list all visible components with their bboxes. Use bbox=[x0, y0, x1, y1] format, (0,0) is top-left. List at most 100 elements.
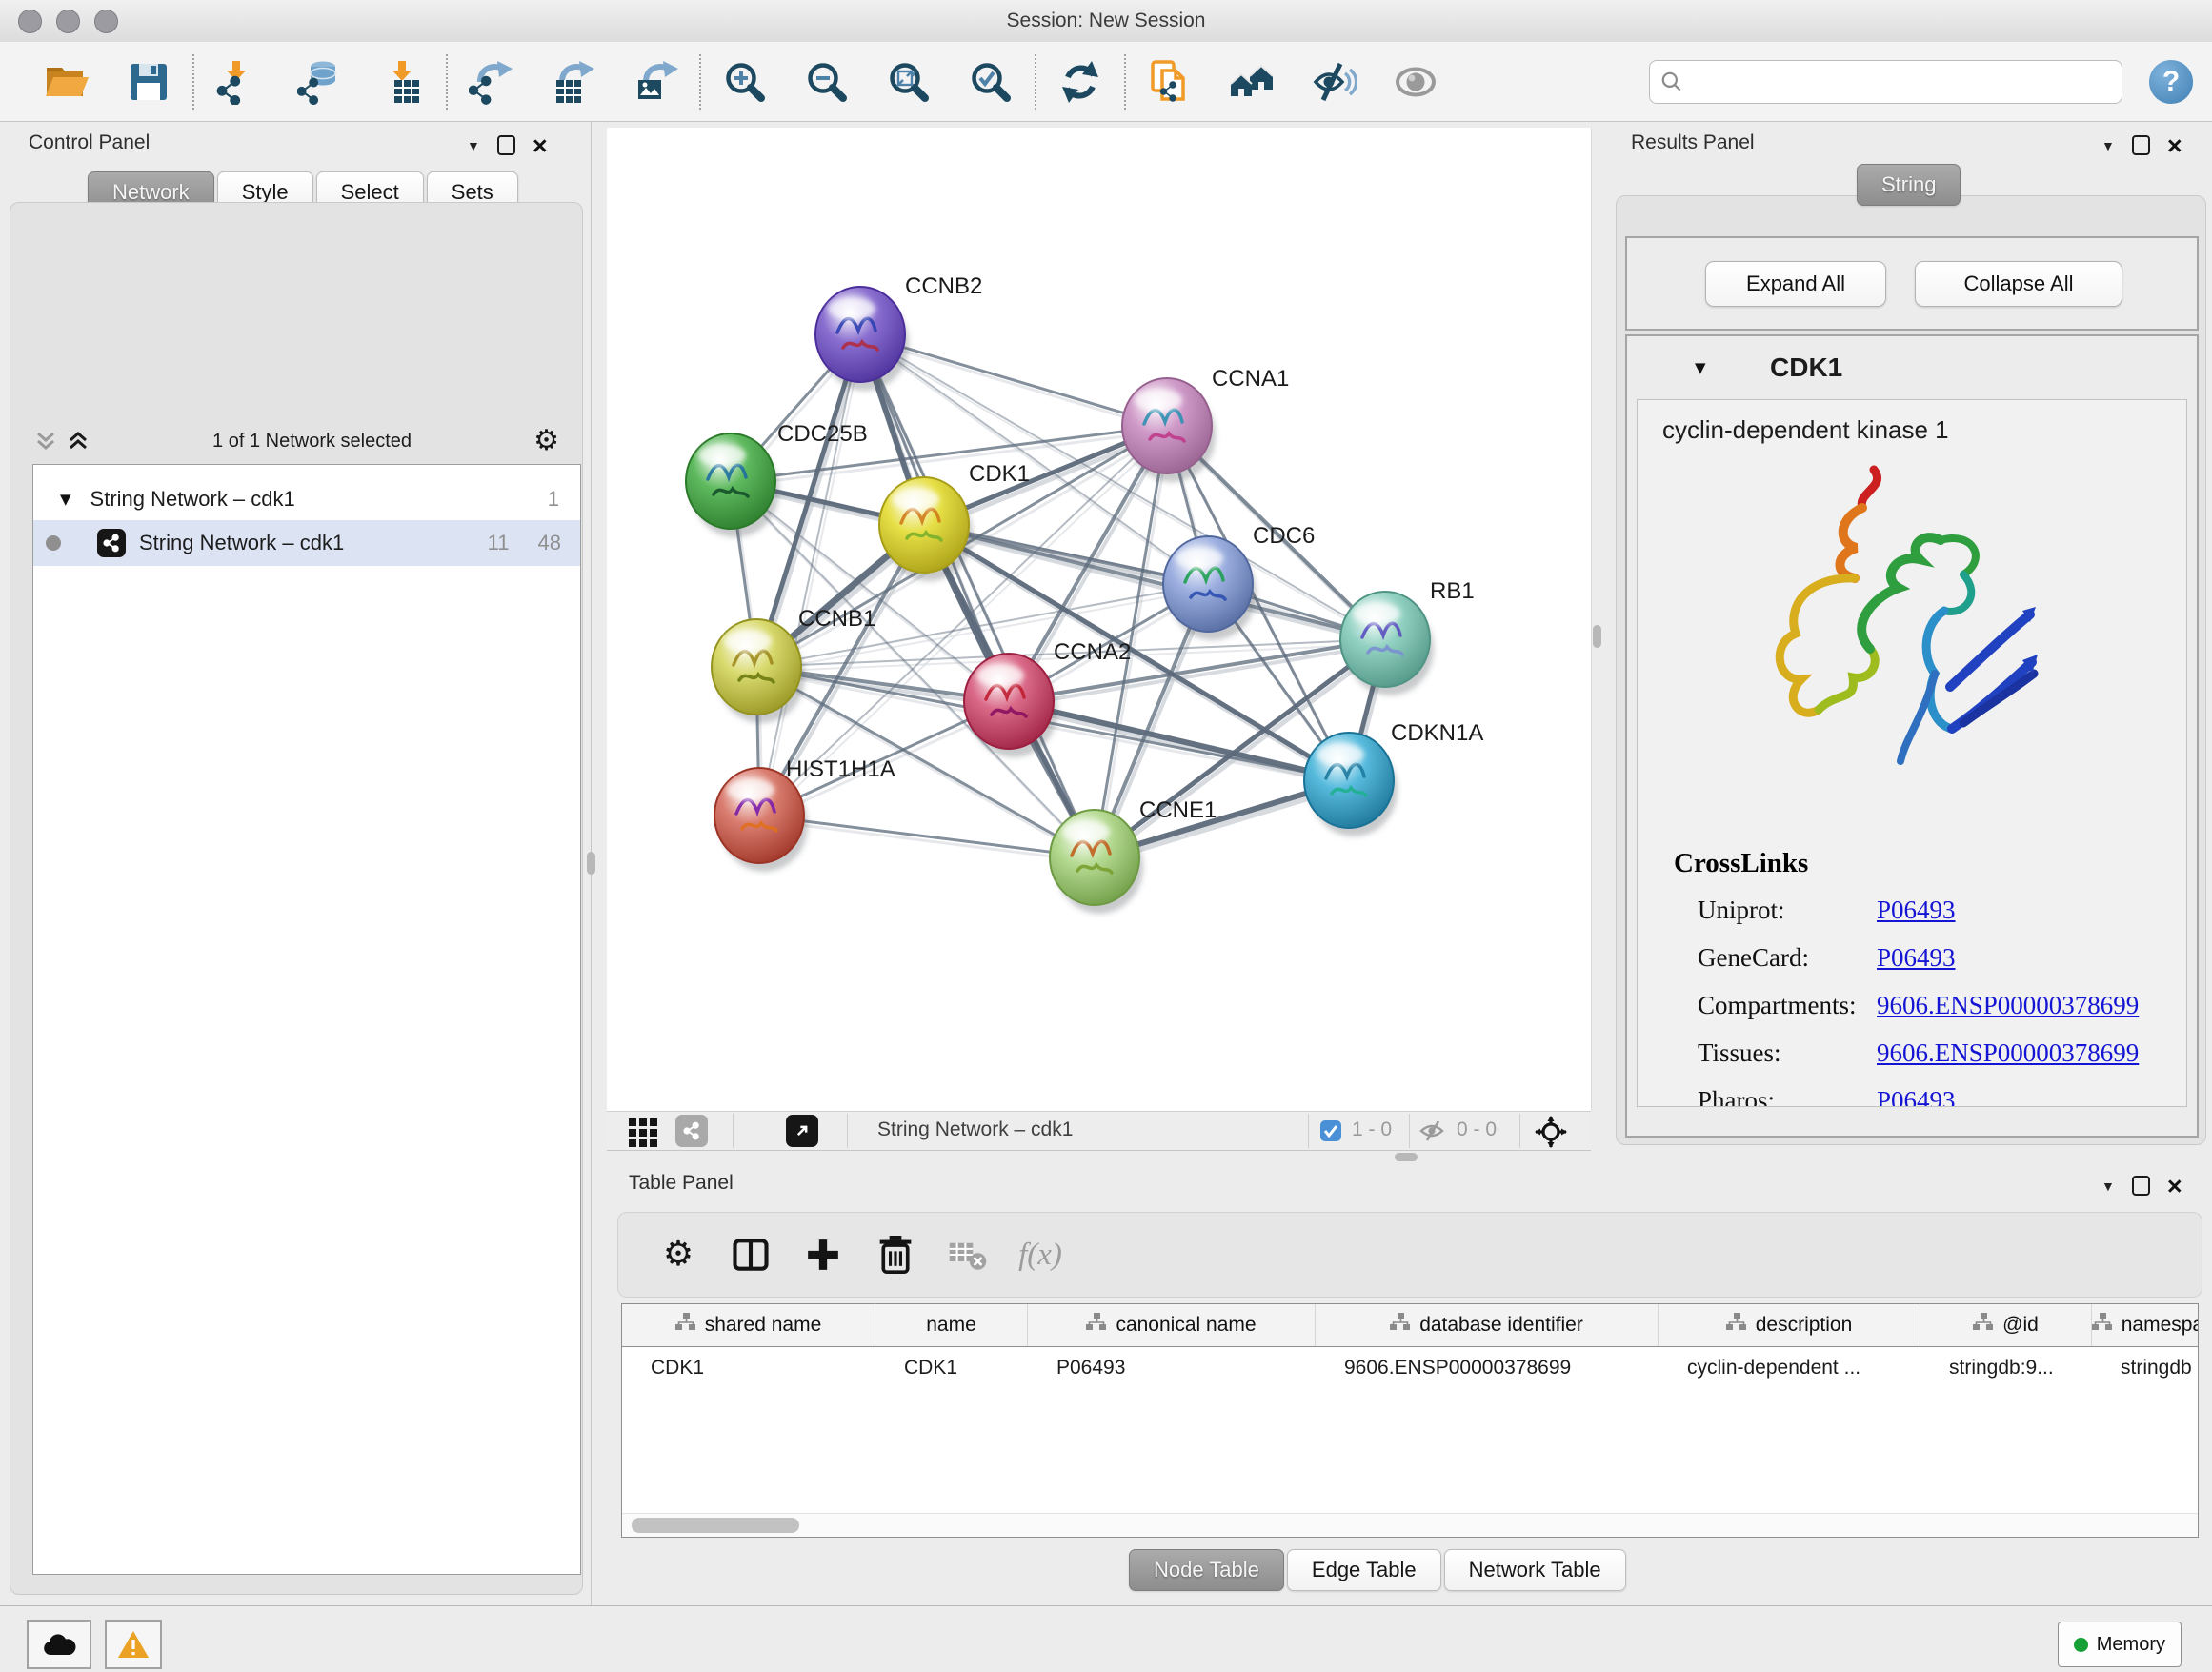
import-database-icon[interactable] bbox=[297, 59, 343, 105]
network-node-CDC6[interactable] bbox=[1163, 536, 1257, 640]
table-add-icon[interactable] bbox=[801, 1233, 845, 1277]
cdk1-expander-icon[interactable]: ▼ bbox=[1695, 359, 1706, 376]
toolbar-group bbox=[469, 59, 678, 105]
warning-button[interactable] bbox=[105, 1620, 162, 1669]
network-row-label: String Network – cdk1 bbox=[139, 531, 344, 555]
collection-expander-icon[interactable]: ▼ bbox=[60, 491, 71, 508]
export-table-icon[interactable] bbox=[551, 59, 596, 105]
memory-button[interactable]: Memory bbox=[2058, 1622, 2182, 1667]
crosslink-link[interactable]: P06493 bbox=[1877, 943, 1956, 973]
collapse-all-networks-icon[interactable] bbox=[33, 429, 58, 453]
column-header-name[interactable]: name bbox=[875, 1304, 1028, 1346]
cdk1-entry-body: cyclin-dependent kinase 1 bbox=[1637, 399, 2187, 1107]
zoom-out-icon[interactable] bbox=[804, 59, 850, 105]
table-panel-collapse-icon[interactable]: ▼ bbox=[2101, 1178, 2115, 1194]
table-cell[interactable]: CDK1 bbox=[875, 1347, 1028, 1389]
control-panel-collapse-icon[interactable]: ▼ bbox=[467, 138, 480, 153]
search-box[interactable] bbox=[1649, 60, 2122, 104]
table-cell[interactable]: CDK1 bbox=[622, 1347, 875, 1389]
table-panel-close-icon[interactable]: × bbox=[2167, 1177, 2182, 1196]
show-all-icon[interactable] bbox=[1393, 59, 1438, 105]
control-panel-close-icon[interactable]: × bbox=[533, 136, 548, 155]
export-network-icon[interactable] bbox=[469, 59, 514, 105]
expand-all-networks-icon[interactable] bbox=[66, 429, 90, 453]
network-node-CCNE1[interactable] bbox=[1050, 810, 1143, 914]
network-options-gear-icon[interactable]: ⚙ bbox=[533, 427, 559, 455]
right-splitter-handle[interactable] bbox=[1593, 625, 1601, 648]
network-view-canvas[interactable]: CCNB2CCNA1CDC25BCDK1CDC6RB1CCNB1CCNA2CDK… bbox=[607, 128, 1592, 1111]
network-node-CCNB2[interactable] bbox=[815, 287, 909, 391]
table-delete-icon[interactable] bbox=[874, 1233, 917, 1277]
results-buttons-box: Expand All Collapse All bbox=[1625, 236, 2199, 331]
network-collection-row[interactable]: ▼ String Network – cdk1 1 bbox=[33, 476, 580, 522]
help-button[interactable]: ? bbox=[2149, 60, 2193, 104]
export-image-icon[interactable] bbox=[633, 59, 678, 105]
expand-all-button[interactable]: Expand All bbox=[1705, 261, 1886, 307]
control-panel-float-icon[interactable] bbox=[497, 135, 515, 155]
search-input[interactable] bbox=[1684, 62, 2122, 102]
network-node-CDK1[interactable] bbox=[879, 477, 973, 581]
network-row[interactable]: String Network – cdk1 11 48 bbox=[33, 520, 580, 566]
import-network-icon[interactable] bbox=[215, 59, 261, 105]
crosslink-link[interactable]: 9606.ENSP00000378699 bbox=[1877, 1038, 2139, 1068]
network-node-RB1[interactable] bbox=[1340, 592, 1434, 695]
results-panel-collapse-icon[interactable]: ▼ bbox=[2101, 138, 2115, 153]
column-header-namespace[interactable]: namespace bbox=[2092, 1304, 2199, 1346]
zoom-in-icon[interactable] bbox=[722, 59, 768, 105]
crosslink-link[interactable]: P06493 bbox=[1877, 896, 1956, 925]
table-row[interactable]: CDK1CDK1P064939606.ENSP00000378699cyclin… bbox=[622, 1347, 2198, 1389]
network-node-CDKN1A[interactable] bbox=[1304, 733, 1398, 836]
tab-node-table[interactable]: Node Table bbox=[1129, 1549, 1284, 1591]
scrollbar-thumb[interactable] bbox=[632, 1518, 799, 1533]
results-panel-float-icon[interactable] bbox=[2132, 135, 2150, 155]
tab-network-table[interactable]: Network Table bbox=[1444, 1549, 1626, 1591]
column-header-@id[interactable]: @id bbox=[1920, 1304, 2092, 1346]
tab-string-results[interactable]: String bbox=[1857, 164, 1961, 206]
table-panel-float-icon[interactable] bbox=[2132, 1176, 2150, 1196]
open-session-icon[interactable] bbox=[44, 59, 90, 105]
collapse-all-button[interactable]: Collapse All bbox=[1915, 261, 2122, 307]
zoom-selected-icon[interactable] bbox=[968, 59, 1014, 105]
import-table-icon[interactable] bbox=[379, 59, 425, 105]
network-node-CCNA1[interactable] bbox=[1122, 378, 1216, 482]
results-panel-close-icon[interactable]: × bbox=[2167, 136, 2182, 155]
table-cell[interactable]: stringdb bbox=[2092, 1347, 2199, 1389]
hidden-eye-icon[interactable] bbox=[1418, 1119, 1445, 1147]
node-table[interactable]: shared namenamecanonical namedatabase id… bbox=[621, 1303, 2199, 1538]
table-columns-icon[interactable] bbox=[729, 1233, 773, 1277]
grid-view-icon[interactable] bbox=[627, 1115, 659, 1152]
node-label-CCNA1: CCNA1 bbox=[1212, 366, 1289, 392]
birdseye-view-icon[interactable] bbox=[675, 1115, 708, 1147]
fit-content-crosshair-icon[interactable] bbox=[1535, 1116, 1567, 1153]
cloud-button[interactable] bbox=[27, 1620, 91, 1669]
crosslink-link[interactable]: P06493 bbox=[1877, 1086, 1956, 1108]
clone-documents-icon[interactable] bbox=[1147, 59, 1193, 105]
left-splitter-handle[interactable] bbox=[587, 852, 595, 875]
tab-edge-table[interactable]: Edge Table bbox=[1287, 1549, 1441, 1591]
zoom-fit-icon[interactable] bbox=[886, 59, 932, 105]
table-cell[interactable]: cyclin-dependent ... bbox=[1659, 1347, 1920, 1389]
crosslink-row: Compartments:9606.ENSP00000378699 bbox=[1698, 981, 2174, 1029]
refresh-layout-icon[interactable] bbox=[1057, 59, 1103, 105]
horizontal-splitter-handle[interactable] bbox=[1395, 1153, 1418, 1161]
node-label-CCNE1: CCNE1 bbox=[1139, 797, 1217, 823]
crosslink-label: Uniprot: bbox=[1698, 896, 1877, 925]
string-homes-icon[interactable] bbox=[1229, 59, 1275, 105]
column-header-shared-name[interactable]: shared name bbox=[622, 1304, 875, 1346]
save-session-icon[interactable] bbox=[126, 59, 171, 105]
table-gear-icon[interactable]: ⚙ bbox=[656, 1233, 700, 1277]
table-horizontal-scrollbar[interactable] bbox=[622, 1513, 2198, 1537]
crosslink-link[interactable]: 9606.ENSP00000378699 bbox=[1877, 991, 2139, 1020]
network-node-CCNA2[interactable] bbox=[964, 654, 1057, 757]
hide-unselected-icon[interactable] bbox=[1311, 59, 1357, 105]
column-header-description[interactable]: description bbox=[1659, 1304, 1920, 1346]
open-view-in-window-icon[interactable] bbox=[786, 1115, 818, 1147]
network-edges bbox=[731, 334, 1388, 862]
column-header-database-identifier[interactable]: database identifier bbox=[1316, 1304, 1659, 1346]
table-cell[interactable]: stringdb:9... bbox=[1920, 1347, 2092, 1389]
toolbar-group bbox=[44, 59, 171, 105]
column-header-canonical-name[interactable]: canonical name bbox=[1028, 1304, 1316, 1346]
table-cell[interactable]: P06493 bbox=[1028, 1347, 1316, 1389]
table-cell[interactable]: 9606.ENSP00000378699 bbox=[1316, 1347, 1659, 1389]
selected-checkbox-icon[interactable] bbox=[1319, 1119, 1342, 1147]
